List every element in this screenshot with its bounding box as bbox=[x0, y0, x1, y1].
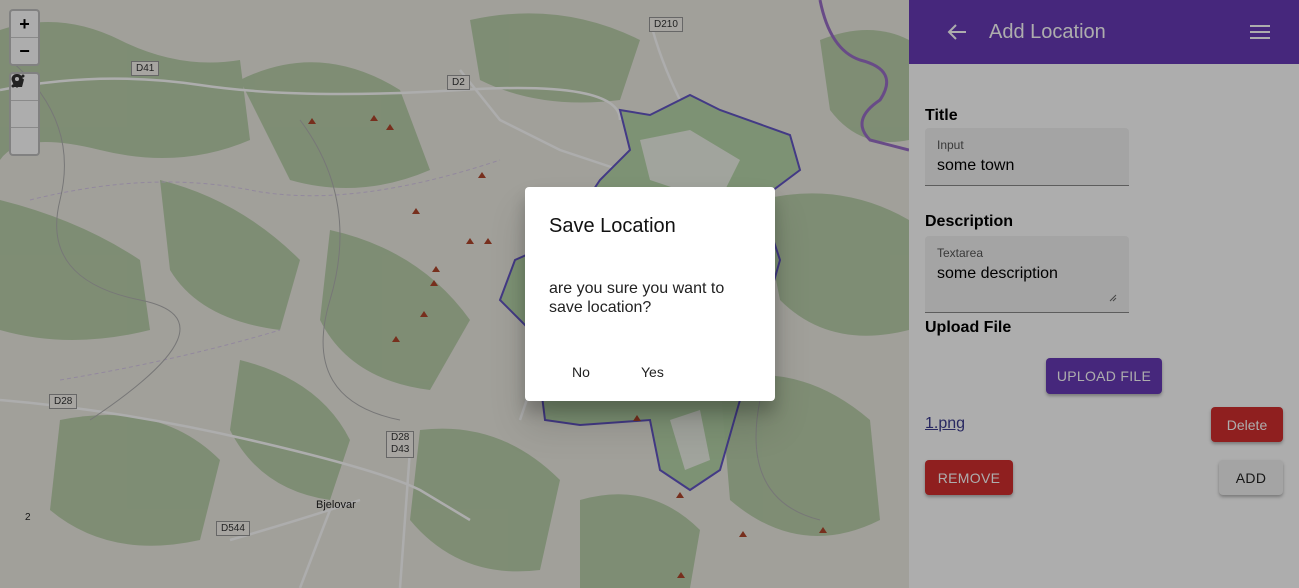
dialog-message: are you sure you want to save location? bbox=[549, 280, 725, 316]
dialog-title: Save Location bbox=[549, 215, 676, 237]
no-button[interactable]: No bbox=[564, 354, 598, 390]
save-location-dialog: Save Location are you sure you want to s… bbox=[525, 187, 775, 401]
yes-button[interactable]: Yes bbox=[633, 354, 672, 390]
